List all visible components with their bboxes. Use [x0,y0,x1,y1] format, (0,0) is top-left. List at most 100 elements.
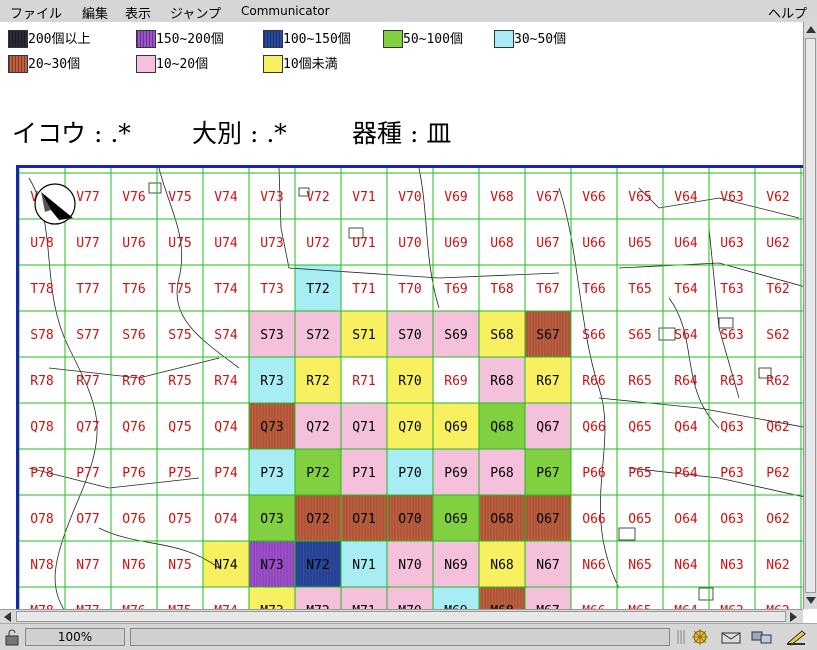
grid-label-q72: Q72 [306,420,329,435]
grid-label-n67: N67 [536,558,559,573]
site-map[interactable]: V78V77V76V75V74V73V72V71V70V69V68V67V66V… [16,165,803,609]
grid-label-u75: U75 [168,236,191,251]
status-grip-icon [677,630,685,644]
legend-swatch [136,55,156,73]
menu-file[interactable]: ファイル [10,3,62,22]
grid-label-n64: N64 [674,558,698,573]
grid-label-s75: S75 [168,328,191,343]
grid-label-q76: Q76 [122,420,145,435]
legend-label: 30~50個 [514,32,567,47]
grid-label-q65: Q65 [628,420,651,435]
discussion-icon[interactable] [750,628,774,646]
grid-label-v70: V70 [398,190,421,205]
grid-label-u65: U65 [628,236,651,251]
scroll-right-arrow[interactable] [790,612,797,622]
menu-communicator[interactable]: Communicator [241,4,330,18]
grid-label-n71: N71 [352,558,375,573]
grid-label-v76: V76 [122,190,145,205]
legend-label: 10個未満 [283,57,338,72]
vertical-scrollbar[interactable] [803,22,817,609]
scroll-down-arrow[interactable] [806,597,816,604]
grid-label-o65: O65 [628,512,651,527]
grid-label-u76: U76 [122,236,145,251]
menu-view[interactable]: 表示 [125,3,151,22]
grid-label-u71: U71 [352,236,375,251]
grid-label-u69: U69 [444,236,467,251]
grid-label-u74: U74 [214,236,238,251]
mail-icon[interactable] [720,628,742,646]
grid-label-n65: N65 [628,558,651,573]
grid-label-p74: P74 [214,466,238,481]
composer-icon[interactable] [785,628,809,646]
grid-label-q63: Q63 [720,420,743,435]
grid-label-v72: V72 [306,190,329,205]
grid-label-p66: P66 [582,466,605,481]
grid-label-p76: P76 [122,466,145,481]
grid-label-t62: T62 [766,282,789,297]
scroll-up-arrow[interactable] [806,26,816,33]
grid-label-p73: P73 [260,466,283,481]
grid-label-u78: U78 [30,236,53,251]
grid-label-u77: U77 [76,236,99,251]
grid-label-t74: T74 [214,282,238,297]
grid-label-q75: Q75 [168,420,191,435]
grid-label-q74: Q74 [214,420,238,435]
grid-label-q77: Q77 [76,420,99,435]
legend-label: 50~100個 [403,32,463,47]
grid-label-r78: R78 [30,374,53,389]
legend-swatch [263,30,283,48]
grid-label-t67: T67 [536,282,559,297]
grid-label-s62: S62 [766,328,789,343]
grid-label-q70: Q70 [398,420,421,435]
legend-swatch [136,30,156,48]
grid-label-o66: O66 [582,512,605,527]
vertical-scroll-thumb[interactable] [805,38,816,593]
grid-label-v66: V66 [582,190,605,205]
grid-label-r72: R72 [306,374,329,389]
navigator-icon[interactable] [690,628,710,646]
grid-label-p75: P75 [168,466,191,481]
grid-label-p77: P77 [76,466,99,481]
grid-label-o70: O70 [398,512,421,527]
scroll-left-arrow[interactable] [4,612,11,622]
grid-label-r76: R76 [122,374,145,389]
grid-label-s76: S76 [122,328,145,343]
grid-label-p72: P72 [306,466,329,481]
grid-label-r67: R67 [536,374,559,389]
grid-label-q73: Q73 [260,420,283,435]
menu-help[interactable]: ヘルプ [768,3,807,22]
grid-label-u62: U62 [766,236,789,251]
grid-label-r70: R70 [398,374,421,389]
menu-jump[interactable]: ジャンプ [170,3,221,22]
grid-label-n75: N75 [168,558,191,573]
grid-label-p63: P63 [720,466,743,481]
grid-label-t77: T77 [76,282,99,297]
grid-label-o76: O76 [122,512,145,527]
grid-label-o69: O69 [444,512,467,527]
grid-label-p62: P62 [766,466,789,481]
grid-label-o63: O63 [720,512,743,527]
grid-label-v62: V62 [766,190,789,205]
site-map-canvas: V78V77V76V75V74V73V72V71V70V69V68V67V66V… [19,168,803,609]
menu-edit[interactable]: 編集 [82,3,108,22]
legend-swatch [8,55,28,73]
horizontal-scroll-thumb[interactable] [16,611,786,622]
security-lock-icon[interactable] [4,628,20,646]
grid-label-t63: T63 [720,282,743,297]
horizontal-scrollbar[interactable] [0,609,803,623]
legend-swatch [263,55,283,73]
grid-label-v67: V67 [536,190,559,205]
legend-label: 20~30個 [28,57,81,72]
grid-label-o71: O71 [352,512,375,527]
legend-swatch [383,30,403,48]
grid-label-n73: N73 [260,558,283,573]
grid-label-t73: T73 [260,282,283,297]
grid-label-o77: O77 [76,512,99,527]
grid-label-v69: V69 [444,190,467,205]
grid-label-q67: Q67 [536,420,559,435]
zoom-level: 100% [25,628,125,646]
compass-icon [34,183,76,225]
grid-label-t71: T71 [352,282,375,297]
legend-label: 100~150個 [283,32,351,47]
grid-label-s66: S66 [582,328,605,343]
